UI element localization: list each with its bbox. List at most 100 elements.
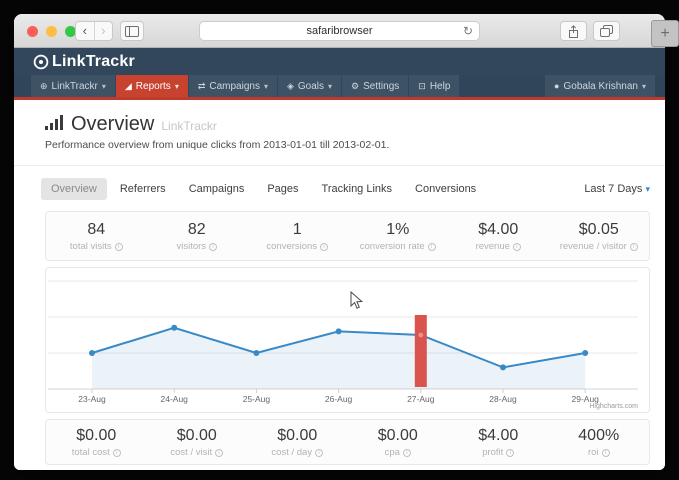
x-axis-label: 27-Aug — [407, 394, 435, 404]
minimize-window-button[interactable] — [46, 26, 57, 37]
tab-campaigns[interactable]: Campaigns — [179, 178, 255, 200]
stat-value: $0.00 — [348, 427, 449, 445]
nav-item-label: Goals — [298, 81, 324, 92]
page-subtitle: Performance overview from unique clicks … — [45, 139, 650, 151]
nav-item-campaigns[interactable]: ⇄Campaigns▾ — [189, 75, 277, 97]
chevron-down-icon: ▾ — [175, 82, 179, 91]
back-button[interactable]: ‹ — [76, 22, 95, 40]
chevron-down-icon: ▾ — [645, 184, 650, 194]
stat-label: roi — [549, 447, 650, 458]
chart-credit: Highcharts.com — [589, 403, 638, 410]
reload-icon[interactable]: ↻ — [463, 22, 473, 40]
title-block: Overview LinkTrackr Performance overview… — [14, 100, 665, 151]
info-icon[interactable] — [315, 449, 323, 457]
stat-value: $0.00 — [147, 427, 248, 445]
sidebar-toggle-button[interactable] — [120, 21, 144, 41]
share-button[interactable] — [560, 21, 587, 41]
app-logo-text: LinkTrackr — [52, 53, 135, 71]
data-point — [253, 350, 259, 356]
date-range-selector[interactable]: Last 7 Days ▾ — [584, 183, 650, 195]
conversion-bar — [415, 315, 427, 387]
wrench-icon: ⚙ — [351, 81, 359, 92]
new-tab-button[interactable]: + — [651, 20, 679, 47]
tab-conversions[interactable]: Conversions — [405, 178, 486, 200]
info-icon[interactable] — [513, 243, 521, 251]
page-content: Overview LinkTrackr Performance overview… — [14, 100, 665, 470]
nav-item-settings[interactable]: ⚙Settings — [342, 75, 408, 97]
brand-globe-icon: ⊕ — [40, 81, 48, 92]
stat-total-visits: 84total visits — [46, 221, 147, 252]
stat-value: 1% — [348, 221, 449, 239]
info-icon[interactable] — [602, 449, 610, 457]
app-logo[interactable]: LinkTrackr — [33, 53, 135, 71]
shuffle-icon: ⇄ — [198, 81, 206, 92]
stat-label-text: total visits — [70, 241, 112, 252]
stats-bottom-panel: $0.00total cost$0.00cost / visit$0.00cos… — [45, 419, 650, 465]
close-window-button[interactable] — [27, 26, 38, 37]
stat-total-cost: $0.00total cost — [46, 427, 147, 458]
tab-referrers[interactable]: Referrers — [110, 178, 176, 200]
address-bar[interactable]: safaribrowser ↻ — [199, 21, 480, 41]
stat-label-text: cost / day — [271, 447, 312, 458]
info-icon[interactable] — [215, 449, 223, 457]
page-title: Overview LinkTrackr — [45, 113, 650, 136]
visits-chart-panel: 23-Aug24-Aug25-Aug26-Aug27-Aug28-Aug29-A… — [45, 267, 650, 413]
nav-item-goals[interactable]: ◈Goals▾ — [278, 75, 341, 97]
stats-top-panel: 84total visits82visitors1conversions1%co… — [45, 211, 650, 261]
tab-pages[interactable]: Pages — [257, 178, 308, 200]
date-range-label: Last 7 Days — [584, 183, 642, 195]
stat-value: 82 — [147, 221, 248, 239]
stat-revenue-visitor: $0.05revenue / visitor — [549, 221, 650, 252]
x-axis-label: 26-Aug — [325, 394, 353, 404]
nav-item-reports[interactable]: ◢Reports▾ — [116, 75, 188, 97]
info-icon[interactable] — [113, 449, 121, 457]
info-icon[interactable] — [320, 243, 328, 251]
stat-label-text: roi — [588, 447, 599, 458]
show-tabs-button[interactable] — [593, 21, 620, 41]
app-header: LinkTrackr — [14, 48, 665, 75]
info-icon[interactable] — [428, 243, 436, 251]
browser-titlebar: ‹ › safaribrowser ↻ — [14, 14, 665, 48]
stat-revenue: $4.00 revenue — [448, 221, 549, 252]
bar-chart-icon — [45, 115, 64, 130]
stat-label: revenue — [448, 241, 549, 252]
stat-cost-day: $0.00cost / day — [247, 427, 348, 458]
info-icon[interactable] — [630, 243, 638, 251]
stat-label-text: total cost — [72, 447, 110, 458]
stat-conversion-rate: 1% conversion rate — [348, 221, 449, 252]
stat-cost-visit: $0.00 cost / visit — [147, 427, 248, 458]
data-point — [582, 350, 588, 356]
stat-label-text: profit — [482, 447, 503, 458]
stat-label: total visits — [46, 241, 147, 252]
tab-tracking-links[interactable]: Tracking Links — [312, 178, 403, 200]
info-icon[interactable] — [115, 243, 123, 251]
stat-cpa: $0.00cpa — [348, 427, 449, 458]
stat-value: 1 — [247, 221, 348, 239]
stat-label: cost / visit — [147, 447, 248, 458]
chevron-down-icon: ▾ — [264, 82, 268, 91]
nav-item-help[interactable]: ⊡ Help — [409, 75, 459, 97]
info-icon[interactable] — [403, 449, 411, 457]
stat-value: $4.00 — [448, 221, 549, 239]
nav-item-linktrackr[interactable]: ⊕LinkTrackr▾ — [31, 75, 115, 97]
info-icon[interactable] — [506, 449, 514, 457]
stat-roi: 400%roi — [549, 427, 650, 458]
tab-overview[interactable]: Overview — [41, 178, 107, 200]
x-axis-label: 23-Aug — [78, 394, 106, 404]
nav-item-label: Help — [430, 81, 451, 92]
safari-window: ‹ › safaribrowser ↻ — [14, 14, 665, 470]
chevron-down-icon: ▾ — [102, 82, 106, 91]
user-menu[interactable]: ●Gobala Krishnan▾ — [545, 75, 655, 97]
diamond-icon: ◈ — [287, 81, 294, 92]
forward-button[interactable]: › — [95, 22, 113, 40]
visits-chart[interactable]: 23-Aug24-Aug25-Aug26-Aug27-Aug28-Aug29-A… — [46, 268, 649, 412]
stat-label: conversion rate — [348, 241, 449, 252]
sidebar-icon — [125, 26, 139, 37]
info-icon[interactable] — [209, 243, 217, 251]
stat-value: $0.05 — [549, 221, 650, 239]
stat-visitors: 82visitors — [147, 221, 248, 252]
camera-icon: ⊡ — [418, 81, 426, 92]
chevron-down-icon: ▾ — [642, 82, 646, 91]
nav-item-label: Reports — [136, 81, 171, 92]
data-point-overlay — [418, 333, 423, 338]
